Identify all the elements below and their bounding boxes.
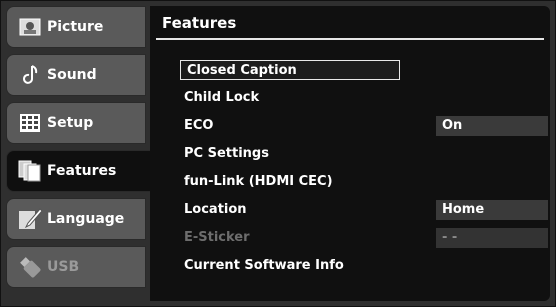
sidebar-item-label: Setup: [47, 115, 94, 131]
menu-item-pc-settings[interactable]: PC Settings: [184, 144, 269, 164]
sidebar-item-features[interactable]: Features: [6, 150, 158, 192]
sidebar-item-label: Picture: [47, 19, 104, 35]
picture-icon: [17, 16, 43, 38]
eco-value[interactable]: On: [436, 116, 548, 136]
menu-item-closed-caption[interactable]: Closed Caption: [180, 60, 400, 80]
features-panel: Features Closed Caption Child Lock ECO O…: [150, 6, 550, 301]
menu-item-fun-link[interactable]: fun-Link (HDMI CEC): [184, 172, 333, 192]
sidebar-item-label: Sound: [47, 67, 97, 83]
pen-icon: [17, 208, 43, 230]
menu-item-e-sticker: E-Sticker: [184, 230, 250, 245]
sidebar-item-label: USB: [47, 259, 80, 275]
sidebar-item-sound[interactable]: Sound: [6, 54, 146, 96]
tv-menu-screen: Picture Sound Setup Features Language US…: [0, 0, 556, 307]
sidebar-item-picture[interactable]: Picture: [6, 6, 146, 48]
sidebar-item-label: Features: [47, 163, 117, 179]
panel-title: Features: [162, 14, 237, 32]
e-sticker-value: - -: [436, 228, 548, 248]
location-value[interactable]: Home: [436, 200, 548, 220]
sidebar-item-setup[interactable]: Setup: [6, 102, 146, 144]
sidebar-item-language[interactable]: Language: [6, 198, 146, 240]
menu-item-child-lock[interactable]: Child Lock: [184, 88, 259, 108]
usb-stick-icon: [17, 256, 43, 278]
menu-item-eco[interactable]: ECO: [184, 116, 213, 136]
sidebar: Picture Sound Setup Features Language US…: [6, 6, 158, 300]
title-divider: [156, 38, 544, 40]
menu-item-software-info[interactable]: Current Software Info: [184, 256, 344, 276]
menu-item-location[interactable]: Location: [184, 200, 247, 220]
sidebar-item-usb[interactable]: USB: [6, 246, 146, 288]
grid-icon: [17, 112, 43, 134]
music-note-icon: [17, 64, 43, 86]
sidebar-item-label: Language: [47, 211, 125, 227]
documents-icon: [17, 160, 43, 182]
